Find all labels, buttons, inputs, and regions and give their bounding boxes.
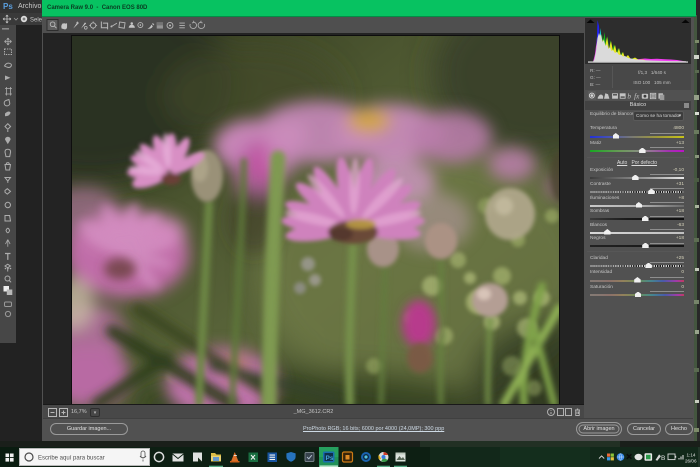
svg-text:26/06: 26/06 — [685, 459, 697, 464]
svg-text:Escribe aquí para buscar: Escribe aquí para buscar — [38, 456, 105, 462]
svg-text:1:14: 1:14 — [687, 453, 696, 458]
svg-text:Sele: Sele — [30, 18, 43, 24]
svg-text:Ps: Ps — [326, 455, 334, 462]
svg-text:B: B — [661, 455, 665, 462]
